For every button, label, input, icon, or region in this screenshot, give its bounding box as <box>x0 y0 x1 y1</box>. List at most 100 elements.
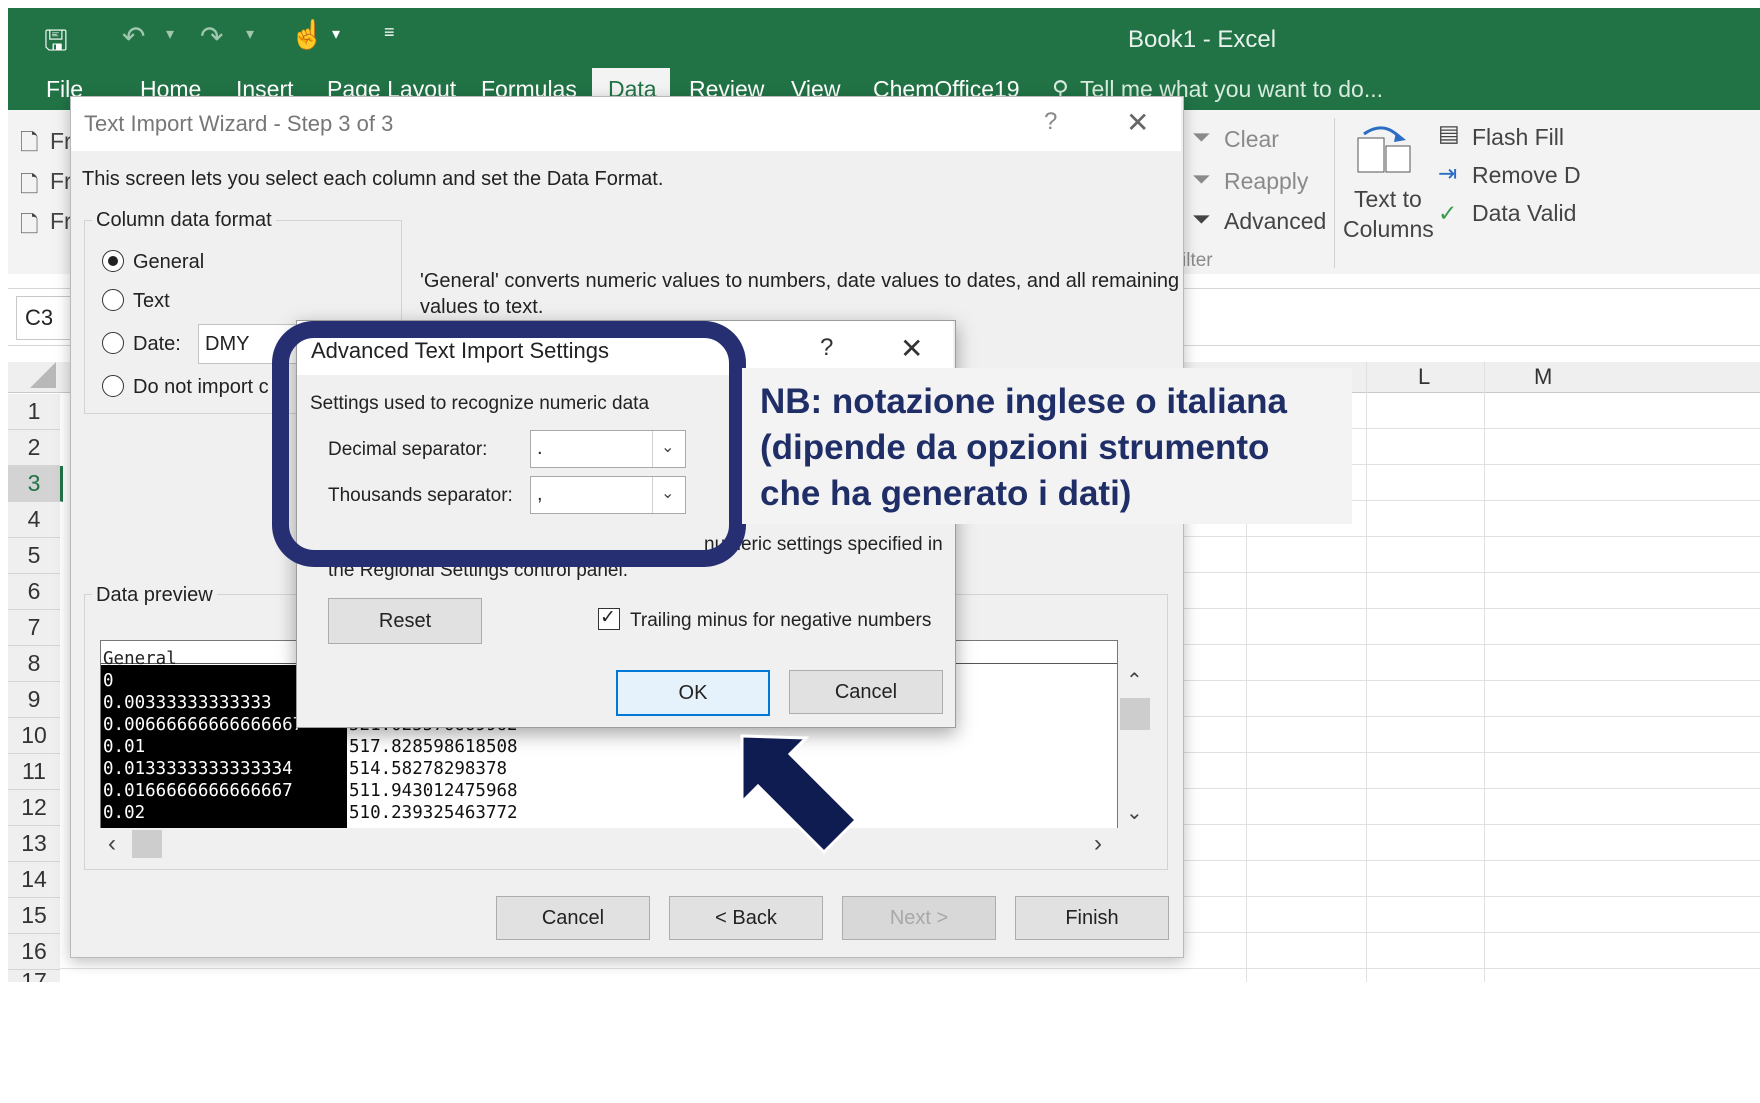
reapply-button[interactable]: Reapply <box>1224 168 1308 195</box>
preview-row: 0.02 <box>103 803 146 823</box>
row-header[interactable]: 13 <box>8 826 60 862</box>
skip-column-radio[interactable] <box>102 375 124 397</box>
horizontal-scroll-thumb[interactable] <box>132 830 162 858</box>
row-header-selected[interactable]: 3 <box>8 466 63 502</box>
preview-horizontal-scrollbar[interactable] <box>100 828 1118 860</box>
annotation-line-1: NB: notazione inglese o italiana <box>760 382 1288 421</box>
row-header[interactable]: 6 <box>8 574 60 610</box>
data-validation-icon[interactable]: ✓ <box>1438 200 1457 227</box>
checkmark-icon: ✓ <box>600 607 616 628</box>
from-web-label[interactable]: Fr <box>50 168 72 195</box>
text-to-columns-label-1[interactable]: Text to <box>1354 186 1422 213</box>
gridline <box>1182 572 1760 573</box>
undo-dropdown-icon[interactable]: ▾ <box>166 24 174 44</box>
preview-row: 0 <box>103 671 114 691</box>
row-header[interactable]: 9 <box>8 682 60 718</box>
preview-row: 0.01 <box>103 737 146 757</box>
preview-row: 0.00333333333333 <box>103 693 272 713</box>
preview-row: 0.0166666666666667 <box>103 781 293 801</box>
undo-icon[interactable]: ↶ <box>122 20 145 53</box>
text-option-label[interactable]: Text <box>133 290 170 313</box>
data-validation-button[interactable]: Data Valid <box>1472 200 1576 227</box>
redo-dropdown-icon[interactable]: ▾ <box>246 24 254 44</box>
advanced-cancel-button[interactable]: Cancel <box>789 670 943 714</box>
row-header[interactable]: 2 <box>8 430 60 466</box>
gridline <box>1182 716 1760 717</box>
gridline <box>1182 536 1760 537</box>
column-header-l[interactable]: L <box>1418 364 1430 390</box>
preview-row: 0.00666666666666667 <box>103 715 304 735</box>
flash-fill-button[interactable]: Flash Fill <box>1472 124 1564 151</box>
wizard-intro: This screen lets you select each column … <box>82 168 664 190</box>
text-to-columns-label-2[interactable]: Columns <box>1343 216 1434 243</box>
save-icon[interactable]: 🖫 <box>44 20 68 68</box>
from-access-icon[interactable]: 🗋 <box>20 126 39 165</box>
advanced-filter-button[interactable]: Advanced <box>1224 208 1326 235</box>
customize-qat-icon[interactable]: ≡ <box>384 22 395 43</box>
row-header[interactable]: 8 <box>8 646 60 682</box>
wizard-help-icon[interactable]: ? <box>1044 108 1057 136</box>
remove-duplicates-button[interactable]: Remove D <box>1472 162 1581 189</box>
sort-filter-group-label: ilter <box>1182 250 1213 271</box>
annotation-arrow-icon <box>740 734 859 855</box>
date-option-label[interactable]: Date: <box>133 333 181 356</box>
wizard-close-icon[interactable]: ✕ <box>1126 106 1149 139</box>
select-all-corner[interactable] <box>30 362 56 388</box>
touch-mode-icon[interactable]: ☝ <box>290 18 325 51</box>
flash-fill-icon[interactable]: ▤ <box>1438 120 1460 147</box>
wizard-finish-button[interactable]: Finish <box>1015 896 1169 940</box>
row-header[interactable]: 1 <box>8 394 60 430</box>
scroll-left-icon[interactable]: ‹ <box>108 830 116 858</box>
row-header[interactable]: 5 <box>8 538 60 574</box>
ok-button[interactable]: OK <box>616 670 770 716</box>
preview-value: 511.943012475968 <box>349 781 518 801</box>
skip-column-label[interactable]: Do not import c <box>133 376 269 399</box>
name-box[interactable]: C3 <box>16 296 78 340</box>
wizard-cancel-button[interactable]: Cancel <box>496 896 650 940</box>
wizard-title: Text Import Wizard - Step 3 of 3 <box>84 111 394 136</box>
row-header[interactable]: 11 <box>8 754 60 790</box>
scroll-down-icon[interactable]: ⌄ <box>1126 800 1143 825</box>
text-radio[interactable] <box>102 289 124 311</box>
reset-button[interactable]: Reset <box>328 598 482 644</box>
general-option-label[interactable]: General <box>133 251 204 274</box>
reapply-icon[interactable]: ⏷ <box>1192 166 1210 193</box>
annotation-note-box: NB: notazione inglese o italiana (dipend… <box>742 368 1352 524</box>
vertical-scroll-thumb[interactable] <box>1120 698 1150 730</box>
gridline <box>1182 680 1760 681</box>
redo-icon[interactable]: ↷ <box>200 20 223 53</box>
advanced-help-icon[interactable]: ? <box>820 334 833 362</box>
below-sheet <box>0 982 1760 1103</box>
touch-dropdown-icon[interactable]: ▾ <box>332 24 340 44</box>
annotation-line-2: (dipende da opzioni strumento <box>760 428 1270 467</box>
from-web-icon[interactable]: 🗋 <box>20 168 39 207</box>
row-header[interactable]: 12 <box>8 790 60 826</box>
wizard-next-button[interactable]: Next > <box>842 896 996 940</box>
gridline <box>1182 932 1760 933</box>
row-header[interactable]: 10 <box>8 718 60 754</box>
row-header[interactable]: 16 <box>8 934 60 970</box>
from-access-label[interactable]: Fr <box>50 128 72 155</box>
remove-duplicates-icon[interactable]: ⇥ <box>1438 160 1457 187</box>
from-text-label[interactable]: Fr <box>50 208 72 235</box>
row-header[interactable]: 14 <box>8 862 60 898</box>
general-radio[interactable] <box>102 250 124 272</box>
window-title: Book1 - Excel <box>1128 26 1277 53</box>
trailing-minus-label[interactable]: Trailing minus for negative numbers <box>630 610 931 632</box>
clear-filter-icon[interactable]: ⏷ <box>1192 124 1210 151</box>
text-to-columns-icon[interactable] <box>1356 124 1412 176</box>
row-header[interactable]: 7 <box>8 610 60 646</box>
scroll-up-icon[interactable]: ⌃ <box>1126 668 1143 693</box>
from-text-icon[interactable]: 🗋 <box>20 208 39 247</box>
wizard-back-button[interactable]: < Back <box>669 896 823 940</box>
advanced-close-icon[interactable]: ✕ <box>900 332 923 365</box>
scroll-right-icon[interactable]: › <box>1094 830 1102 858</box>
column-header-m[interactable]: M <box>1534 364 1552 390</box>
row-header[interactable]: 4 <box>8 502 60 538</box>
row-header[interactable]: 15 <box>8 898 60 934</box>
preview-value: 510.239325463772 <box>349 803 518 823</box>
clear-button[interactable]: Clear <box>1224 126 1279 153</box>
advanced-filter-icon[interactable]: ⏷ <box>1192 206 1210 233</box>
date-radio[interactable] <box>102 332 124 354</box>
trailing-minus-checkbox[interactable]: ✓ <box>598 607 620 630</box>
